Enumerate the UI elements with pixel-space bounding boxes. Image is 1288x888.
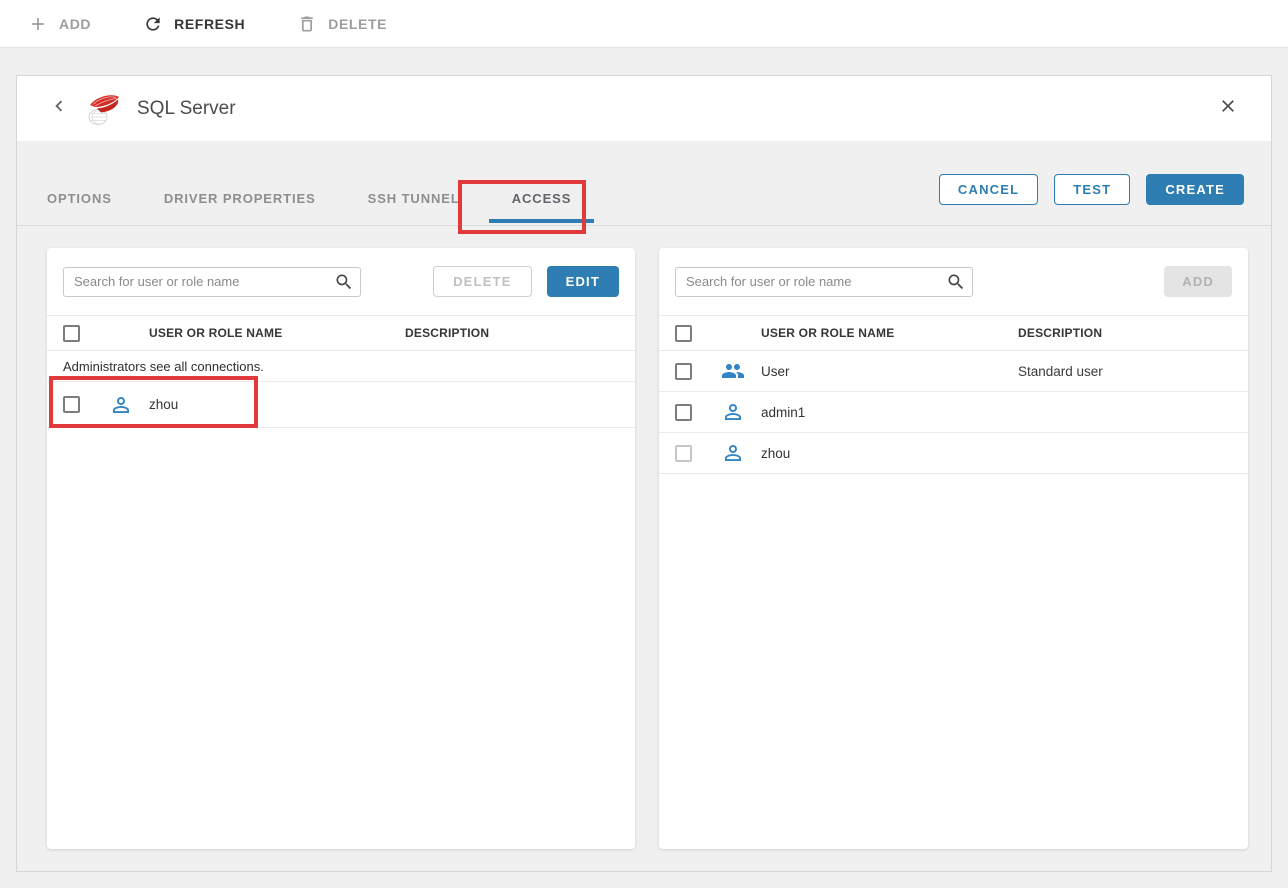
cancel-button[interactable]: CANCEL — [939, 174, 1038, 205]
row-user-name: admin1 — [761, 405, 1018, 420]
panel-edit-button[interactable]: EDIT — [547, 266, 619, 297]
row-user-name: zhou — [761, 446, 1018, 461]
top-toolbar: ADD REFRESH DELETE — [0, 0, 1288, 48]
dialog-header: SQL Server — [17, 76, 1271, 141]
row-user-name: User — [761, 364, 1018, 379]
column-header-name: USER OR ROLE NAME — [761, 326, 1018, 340]
test-button[interactable]: TEST — [1054, 174, 1130, 205]
close-icon — [1218, 96, 1238, 121]
column-header-description: DESCRIPTION — [405, 326, 635, 340]
table-row[interactable]: admin1 — [659, 392, 1248, 433]
row-description: Standard user — [1018, 364, 1248, 379]
available-users-panel: ADD USER OR ROLE NAME DESCRIPTION User S… — [659, 248, 1248, 849]
admins-info-text: Administrators see all connections. — [63, 359, 264, 374]
available-users-toolbar: ADD — [659, 248, 1248, 315]
chevron-left-icon — [48, 95, 70, 122]
plus-icon — [28, 14, 48, 34]
panel-add-button[interactable]: ADD — [1164, 266, 1232, 297]
tab-driver-properties[interactable]: DRIVER PROPERTIES — [140, 191, 340, 225]
refresh-button-label: REFRESH — [174, 16, 245, 32]
tab-options[interactable]: OPTIONS — [23, 191, 136, 225]
row-checkbox[interactable] — [675, 363, 692, 380]
row-checkbox[interactable] — [675, 404, 692, 421]
refresh-button[interactable]: REFRESH — [143, 14, 245, 34]
tab-ssh-tunnel[interactable]: SSH TUNNEL — [344, 191, 484, 225]
connection-dialog: SQL Server OPTIONS DRIVER PROPERTIES SSH… — [16, 75, 1272, 872]
dialog-action-buttons: CANCEL TEST CREATE — [939, 174, 1244, 205]
person-icon — [109, 393, 133, 417]
dialog-title: SQL Server — [137, 98, 236, 120]
granted-users-search-input[interactable] — [63, 267, 361, 297]
table-row[interactable]: zhou — [659, 433, 1248, 474]
row-checkbox[interactable] — [63, 396, 80, 413]
row-user-name: zhou — [149, 397, 405, 412]
available-users-search-input[interactable] — [675, 267, 973, 297]
people-icon — [721, 359, 745, 383]
delete-button-label: DELETE — [328, 16, 387, 32]
dialog-tabstrip: OPTIONS DRIVER PROPERTIES SSH TUNNEL ACC… — [17, 141, 1271, 226]
tab-access[interactable]: ACCESS — [488, 191, 596, 225]
add-button-label: ADD — [59, 16, 91, 32]
table-row[interactable]: zhou — [47, 382, 635, 428]
granted-users-toolbar: DELETE EDIT — [47, 248, 635, 315]
trash-icon — [297, 14, 317, 34]
admins-info-row: Administrators see all connections. — [47, 351, 635, 382]
select-all-checkbox[interactable] — [675, 325, 692, 342]
sql-server-logo — [85, 92, 123, 126]
person-icon — [721, 400, 745, 424]
close-button[interactable] — [1215, 96, 1241, 122]
column-header-name: USER OR ROLE NAME — [149, 326, 405, 340]
person-icon — [721, 441, 745, 465]
table-row[interactable]: User Standard user — [659, 351, 1248, 392]
back-button[interactable] — [47, 97, 71, 121]
select-all-checkbox[interactable] — [63, 325, 80, 342]
delete-button[interactable]: DELETE — [297, 14, 387, 34]
create-button[interactable]: CREATE — [1146, 174, 1244, 205]
column-header-description: DESCRIPTION — [1018, 326, 1248, 340]
refresh-icon — [143, 14, 163, 34]
panel-delete-button[interactable]: DELETE — [433, 266, 531, 297]
available-users-table-header: USER OR ROLE NAME DESCRIPTION — [659, 315, 1248, 351]
granted-users-panel: DELETE EDIT USER OR ROLE NAME DESCRIPTIO… — [47, 248, 635, 849]
add-button[interactable]: ADD — [28, 14, 91, 34]
row-checkbox[interactable] — [675, 445, 692, 462]
granted-users-table-header: USER OR ROLE NAME DESCRIPTION — [47, 315, 635, 351]
